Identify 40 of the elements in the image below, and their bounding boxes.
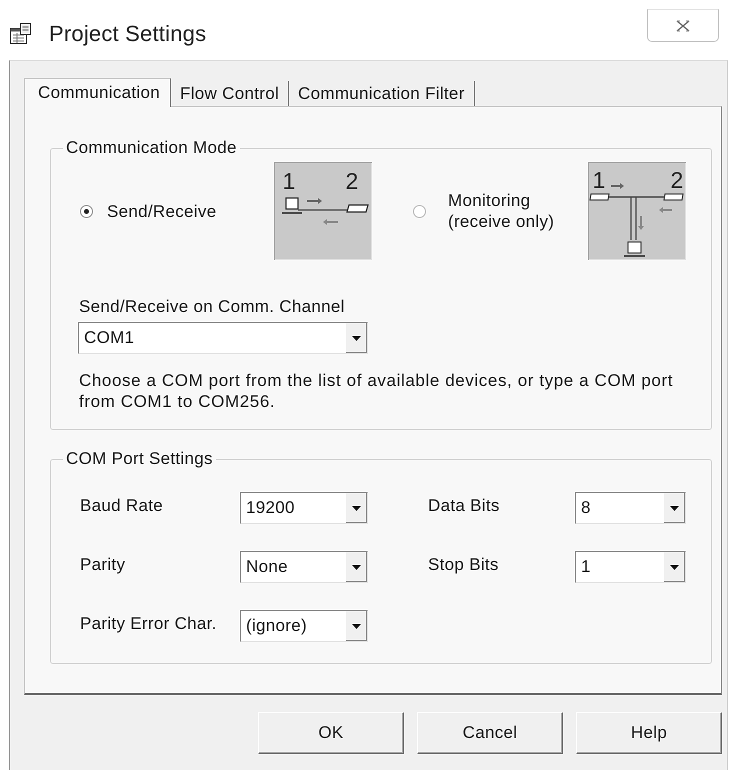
radio-button[interactable] — [413, 204, 426, 218]
window-icon — [9, 22, 33, 46]
dropdown-field[interactable]: None — [240, 551, 368, 583]
caret-icon — [352, 336, 361, 340]
field-label: Baud Rate — [80, 495, 164, 516]
device-number: 1 — [592, 167, 606, 193]
dialog-button[interactable]: Help — [576, 712, 722, 754]
device-number: 2 — [670, 167, 684, 193]
field-label: Parity — [80, 554, 126, 575]
dropdown-field[interactable]: 19200 — [240, 492, 368, 524]
window-title: Project Settings — [49, 21, 206, 47]
field-label: Parity Error Char. — [80, 613, 218, 634]
caret-icon — [352, 624, 361, 628]
dialog-button[interactable]: OK — [258, 712, 404, 754]
dropdown-button[interactable] — [663, 552, 685, 582]
field-label: Send/Receive on Comm. Channel — [79, 296, 346, 318]
help-text: Choose a COM port from the list of available devices, or type a COM port from COM1 to COM256. — [79, 370, 674, 412]
close-icon — [676, 20, 690, 32]
dropdown-field[interactable]: COM1 — [78, 322, 368, 354]
dialog-button[interactable]: Cancel — [417, 712, 563, 754]
radio-label[interactable]: Send/Receive — [107, 200, 216, 222]
device-number: 2 — [345, 168, 359, 194]
caret-icon — [352, 564, 361, 570]
caret-icon — [670, 564, 679, 570]
device-number: 1 — [282, 168, 296, 194]
dropdown-field[interactable]: (ignore) — [240, 610, 368, 642]
dropdown-field[interactable]: 1 — [575, 551, 686, 583]
dropdown-button[interactable] — [345, 323, 367, 353]
tab[interactable]: Communication — [24, 78, 172, 107]
caret-icon — [670, 506, 679, 510]
caret-icon — [352, 506, 361, 510]
radio-label[interactable]: Monitoring (receive only) — [448, 190, 554, 232]
dropdown-button[interactable] — [345, 493, 367, 523]
dropdown-button[interactable] — [345, 552, 367, 582]
field-label: Stop Bits — [428, 554, 500, 575]
dropdown-button[interactable] — [345, 611, 367, 641]
dropdown-field[interactable]: 8 — [575, 492, 686, 524]
radio-button[interactable] — [80, 204, 93, 218]
dropdown-button[interactable] — [663, 493, 685, 523]
field-label: Data Bits — [428, 495, 501, 516]
